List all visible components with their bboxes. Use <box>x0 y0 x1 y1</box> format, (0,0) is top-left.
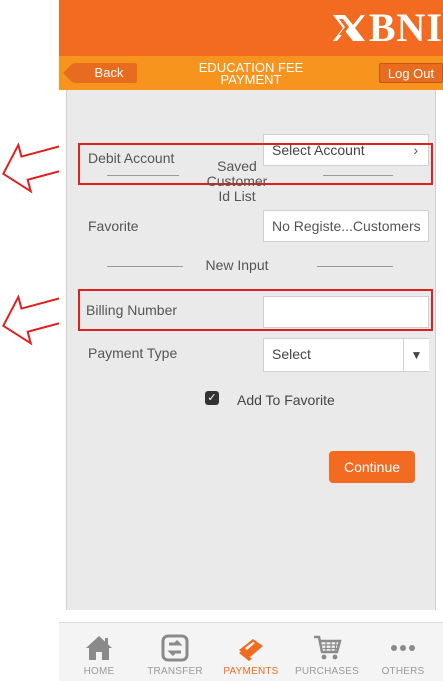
page-title-line2: PAYMENT <box>220 72 282 87</box>
bni-logo-mark-icon <box>332 15 365 41</box>
new-input-divider-right <box>317 266 393 267</box>
more-icon <box>391 645 415 651</box>
favorite-label: Favorite <box>88 218 139 234</box>
saved-list-title-line1: Saved Customer <box>206 158 268 189</box>
tab-others-label: OTHERS <box>381 666 425 677</box>
nav-bar: Back EDUCATION FEE PAYMENT Log Out <box>59 56 443 90</box>
payment-form: Debit Account Select Account › Saved Cus… <box>66 90 436 610</box>
tab-home[interactable]: HOME <box>61 623 137 681</box>
add-favorite-checkbox[interactable]: ✓ <box>205 391 219 405</box>
favorite-select[interactable]: No Registe...Customers <box>263 210 429 242</box>
back-button[interactable]: Back <box>63 63 137 83</box>
tab-purchases-label: PURCHASES <box>294 666 360 677</box>
cart-icon <box>314 635 342 660</box>
tab-transfer[interactable]: TRANSFER <box>137 623 213 681</box>
top-banner: BNI <box>59 0 443 56</box>
bottom-tab-bar: HOME TRANSFER PAYMENTS PURCHASES OTHERS <box>59 622 443 681</box>
tab-others[interactable]: OTHERS <box>365 623 441 681</box>
continue-button[interactable]: Continue <box>329 451 415 483</box>
favorite-value: No Registe...Customers <box>272 218 421 234</box>
tab-home-label: HOME <box>83 666 115 677</box>
billing-number-highlight <box>78 289 433 331</box>
logout-button[interactable]: Log Out <box>379 63 443 83</box>
tab-transfer-label: TRANSFER <box>147 666 203 677</box>
saved-list-divider-left <box>107 175 179 176</box>
tab-payments[interactable]: PAYMENTS <box>213 623 289 681</box>
saved-list-title: Saved Customer Id List <box>187 159 287 204</box>
saved-list-divider-right <box>323 175 393 176</box>
payment-type-label: Payment Type <box>88 345 178 361</box>
tab-payments-label: PAYMENTS <box>223 666 279 677</box>
saved-list-title-line2: Id List <box>218 188 256 204</box>
transfer-icon <box>161 634 189 662</box>
page-title: EDUCATION FEE PAYMENT <box>159 61 343 87</box>
payments-icon <box>239 639 263 661</box>
phone-screen: BNI Back EDUCATION FEE PAYMENT Log Out D… <box>59 0 443 681</box>
chevron-down-icon[interactable]: ▼ <box>403 339 429 371</box>
bni-logo: BNI <box>331 8 443 48</box>
payment-type-value: Select <box>272 346 311 362</box>
add-favorite-label: Add To Favorite <box>237 392 335 408</box>
logo-text: BNI <box>368 5 443 50</box>
new-input-divider-left <box>107 266 183 267</box>
home-icon <box>86 636 112 660</box>
tab-purchases[interactable]: PURCHASES <box>289 623 365 681</box>
new-input-title: New Input <box>205 257 269 273</box>
